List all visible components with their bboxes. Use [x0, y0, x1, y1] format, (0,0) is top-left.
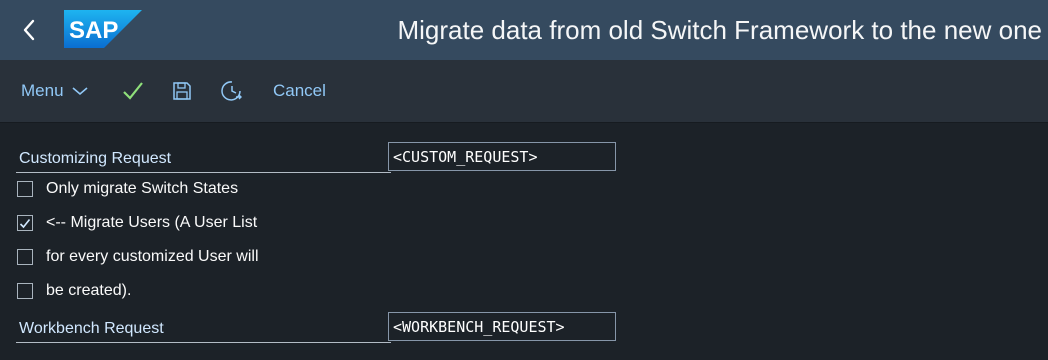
check-button[interactable]: [122, 60, 144, 122]
checkbox-checked[interactable]: [17, 215, 33, 231]
option-only-switch-states[interactable]: Only migrate Switch States: [17, 177, 238, 201]
execute-button[interactable]: [220, 60, 244, 122]
checkbox-label: for every customized User will: [46, 248, 259, 265]
checkbox-label: be created).: [46, 282, 132, 299]
checkbox[interactable]: [17, 283, 33, 299]
shell-bar: SAP Migrate data from old Switch Framewo…: [0, 0, 1048, 60]
checkmark-icon: [19, 218, 31, 228]
save-icon: [173, 82, 191, 100]
cancel-button[interactable]: Cancel: [273, 60, 326, 122]
customizing-request-label: Customizing Request: [16, 142, 391, 173]
workbench-request-input[interactable]: <WORKBENCH_REQUEST>: [388, 312, 616, 341]
option-migrate-users[interactable]: <-- Migrate Users (A User List: [17, 211, 257, 235]
back-button[interactable]: [14, 14, 44, 46]
sap-logo: SAP: [64, 10, 142, 48]
checkbox[interactable]: [17, 181, 33, 197]
workbench-request-label: Workbench Request: [16, 312, 391, 343]
save-button[interactable]: [172, 60, 192, 122]
checkbox-label: Only migrate Switch States: [46, 180, 239, 197]
toolbar: Menu Cancel: [0, 60, 1048, 123]
checkbox-label: <-- Migrate Users (A User List: [46, 214, 258, 231]
clock-execute-icon: [221, 81, 242, 101]
menu-button-label: Menu: [21, 81, 64, 100]
page-title: Migrate data from old Switch Framework t…: [397, 15, 1042, 45]
sap-logo-text: SAP: [69, 17, 118, 44]
chevron-left-icon: [23, 19, 35, 41]
menu-button[interactable]: Menu: [21, 60, 88, 122]
option-every-customized-user[interactable]: for every customized User will: [17, 245, 259, 269]
option-be-created[interactable]: be created).: [17, 279, 131, 303]
chevron-down-icon: [72, 87, 88, 96]
checkbox[interactable]: [17, 249, 33, 265]
customizing-request-input[interactable]: <CUSTOM_REQUEST>: [388, 142, 616, 171]
form-content: Customizing Request <CUSTOM_REQUEST> Onl…: [0, 123, 1048, 360]
checkmark-icon: [123, 82, 143, 100]
